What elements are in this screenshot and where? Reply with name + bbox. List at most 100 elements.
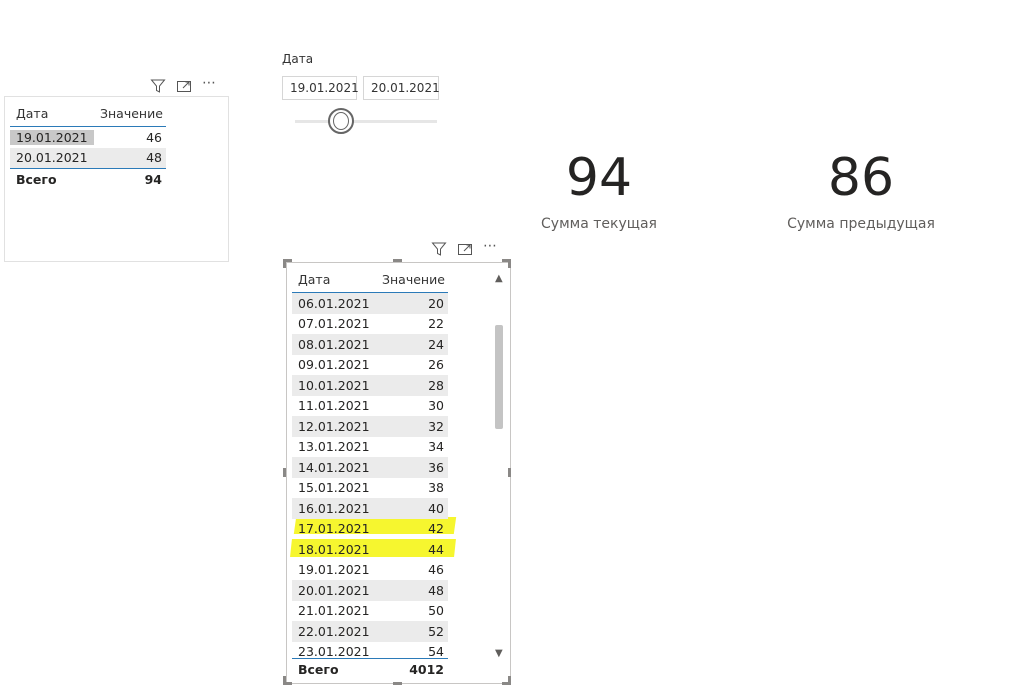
- total-value: 4012: [409, 661, 444, 677]
- card-previous-label: Сумма предыдущая: [787, 216, 935, 232]
- cell-value[interactable]: 22: [376, 316, 448, 331]
- cell-value[interactable]: 30: [376, 398, 448, 413]
- cell-date[interactable]: 06.01.2021: [292, 296, 376, 311]
- cell-value[interactable]: 20: [376, 296, 448, 311]
- cell-date[interactable]: 19.01.2021: [10, 129, 94, 145]
- resize-handle[interactable]: [508, 468, 511, 477]
- focus-mode-icon[interactable]: [457, 241, 473, 257]
- cell-value[interactable]: 32: [376, 419, 448, 434]
- slicer-title: Дата: [282, 52, 314, 66]
- cell-value[interactable]: 46: [94, 130, 166, 145]
- table-row[interactable]: 14.01.2021 36: [292, 457, 448, 478]
- total-row: Всего 94: [10, 168, 166, 190]
- more-options-icon[interactable]: ⋯: [202, 76, 217, 90]
- cell-date[interactable]: 15.01.2021: [292, 480, 376, 495]
- focus-mode-icon[interactable]: [176, 78, 192, 94]
- total-label: Всего: [16, 171, 57, 187]
- cell-date[interactable]: 10.01.2021: [292, 378, 376, 393]
- cell-date[interactable]: 23.01.2021: [292, 644, 376, 659]
- cell-value[interactable]: 26: [376, 357, 448, 372]
- cell-date[interactable]: 22.01.2021: [292, 624, 376, 639]
- cell-date[interactable]: 21.01.2021: [292, 603, 376, 618]
- table2-visual[interactable]: Дата Значение 06.01.2021 20 07.01.2021 22 …: [286, 262, 511, 684]
- table1-visual-header: ⋯: [150, 76, 217, 95]
- table-row[interactable]: 09.01.2021 26: [292, 355, 448, 376]
- cell-date[interactable]: 18.01.2021: [292, 542, 376, 557]
- table-row[interactable]: 18.01.2021 44: [292, 539, 448, 560]
- cell-value[interactable]: 50: [376, 603, 448, 618]
- resize-handle[interactable]: [393, 259, 402, 262]
- slicer-handle[interactable]: [328, 108, 354, 134]
- cell-date[interactable]: 14.01.2021: [292, 460, 376, 475]
- column-header-date[interactable]: Дата: [10, 106, 94, 121]
- table-row[interactable]: 07.01.2021 22: [292, 314, 448, 335]
- cell-value[interactable]: 42: [376, 521, 448, 536]
- table-row[interactable]: 15.01.2021 38: [292, 478, 448, 499]
- table-row[interactable]: 19.01.2021 46: [292, 560, 448, 581]
- table-row[interactable]: 13.01.2021 34: [292, 437, 448, 458]
- table-row[interactable]: 21.01.2021 50: [292, 601, 448, 622]
- table2-header-row: Дата Значение: [292, 266, 448, 292]
- cell-date[interactable]: 17.01.2021: [292, 521, 376, 536]
- cell-date[interactable]: 13.01.2021: [292, 439, 376, 454]
- resize-handle[interactable]: [283, 676, 286, 685]
- cell-date[interactable]: 12.01.2021: [292, 419, 376, 434]
- cell-value[interactable]: 24: [376, 337, 448, 352]
- table2-footer: Всего 4012: [292, 658, 448, 680]
- column-header-date[interactable]: Дата: [292, 272, 376, 287]
- table-row[interactable]: 10.01.2021 28: [292, 375, 448, 396]
- table1-visual: Дата Значение 19.01.2021 46 20.01.2021 4…: [4, 96, 229, 262]
- cell-value[interactable]: 54: [376, 644, 448, 659]
- card-current-value: 94: [565, 148, 633, 208]
- cell-date[interactable]: 20.01.2021: [10, 150, 94, 165]
- cell-value[interactable]: 28: [376, 378, 448, 393]
- cell-value[interactable]: 38: [376, 480, 448, 495]
- cell-date[interactable]: 07.01.2021: [292, 316, 376, 331]
- slicer-start-date-input[interactable]: 19.01.2021: [282, 76, 359, 100]
- table-row[interactable]: 19.01.2021 46: [10, 126, 166, 148]
- table-row[interactable]: 20.01.2021 48: [10, 147, 166, 168]
- table2: Дата Значение 06.01.2021 20 07.01.2021 22 …: [292, 266, 448, 662]
- table-row[interactable]: 11.01.2021 30: [292, 396, 448, 417]
- slicer-track[interactable]: [295, 120, 437, 123]
- table-row[interactable]: 06.01.2021 20: [292, 292, 448, 314]
- cell-date[interactable]: 19.01.2021: [292, 562, 376, 577]
- cell-value[interactable]: 34: [376, 439, 448, 454]
- cell-value[interactable]: 44: [376, 542, 448, 557]
- resize-handle[interactable]: [508, 259, 511, 268]
- filter-icon[interactable]: [150, 78, 166, 94]
- cell-value[interactable]: 52: [376, 624, 448, 639]
- cell-value[interactable]: 48: [94, 150, 166, 165]
- table-row[interactable]: 16.01.2021 40: [292, 498, 448, 519]
- column-header-value[interactable]: Значение: [94, 106, 166, 121]
- card-current-label: Сумма текущая: [541, 216, 657, 232]
- resize-handle[interactable]: [393, 682, 402, 685]
- resize-handle[interactable]: [508, 676, 511, 685]
- more-options-icon[interactable]: ⋯: [483, 239, 498, 253]
- table-row[interactable]: 22.01.2021 52: [292, 621, 448, 642]
- scroll-down-icon[interactable]: ▼: [495, 648, 503, 659]
- cell-date[interactable]: 09.01.2021: [292, 357, 376, 372]
- table-row[interactable]: 20.01.2021 48: [292, 580, 448, 601]
- resize-handle[interactable]: [283, 468, 286, 477]
- cell-value[interactable]: 36: [376, 460, 448, 475]
- cell-date[interactable]: 16.01.2021: [292, 501, 376, 516]
- cell-value[interactable]: 40: [376, 501, 448, 516]
- scrollbar-thumb[interactable]: [495, 325, 503, 429]
- cell-date[interactable]: 08.01.2021: [292, 337, 376, 352]
- table-row[interactable]: 08.01.2021 24: [292, 334, 448, 355]
- column-header-value[interactable]: Значение: [376, 272, 448, 287]
- slicer-end-date-input[interactable]: 20.01.2021: [363, 76, 440, 100]
- cell-date[interactable]: 11.01.2021: [292, 398, 376, 413]
- cell-value[interactable]: 46: [376, 562, 448, 577]
- cell-value[interactable]: 48: [376, 583, 448, 598]
- table2-visual-header: ⋯: [431, 239, 498, 258]
- total-value: 94: [144, 171, 162, 187]
- table-row[interactable]: 17.01.2021 42: [292, 519, 448, 540]
- cell-date[interactable]: 20.01.2021: [292, 583, 376, 598]
- table1-header-row: Дата Значение: [10, 100, 166, 126]
- scroll-up-icon[interactable]: ▲: [495, 273, 503, 284]
- resize-handle[interactable]: [283, 259, 286, 268]
- filter-icon[interactable]: [431, 241, 447, 257]
- table-row[interactable]: 12.01.2021 32: [292, 416, 448, 437]
